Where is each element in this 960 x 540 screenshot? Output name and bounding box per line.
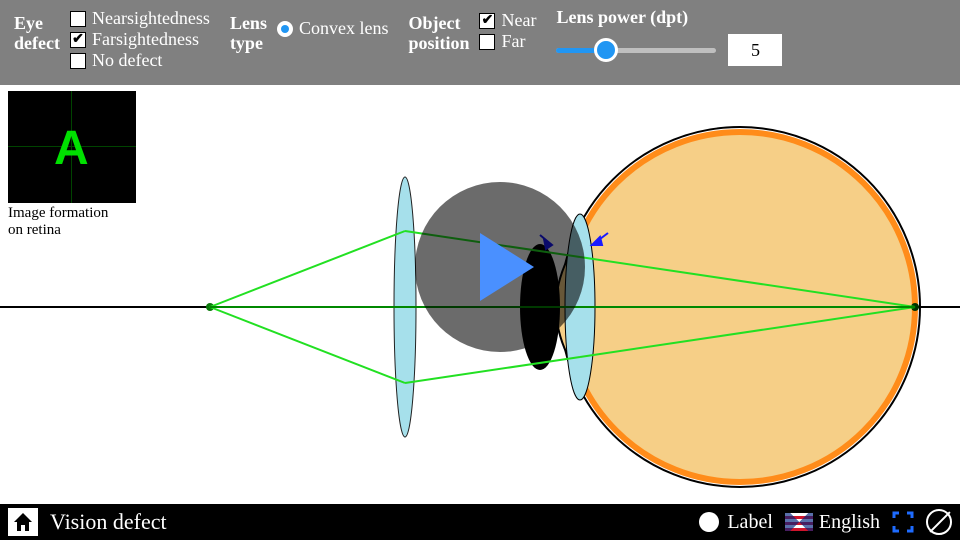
lens-type-convex[interactable]: Convex lens <box>277 18 389 39</box>
checkbox-icon <box>70 11 86 27</box>
language-label: English <box>819 511 880 534</box>
eye-defect-none[interactable]: No defect <box>70 50 210 71</box>
lens-type-group: Lenstype Convex lens <box>230 8 389 54</box>
lens-type-label: Lenstype <box>230 8 267 54</box>
eye-defect-options: Nearsightedness ✔ Farsightedness No defe… <box>70 8 210 71</box>
option-label: Convex lens <box>299 18 389 39</box>
play-icon <box>480 233 534 301</box>
home-button[interactable] <box>8 508 38 536</box>
slider-thumb-icon <box>594 38 618 62</box>
eye-defect-group: Eyedefect Nearsightedness ✔ Farsightedne… <box>14 8 210 71</box>
eye-defect-nearsighted[interactable]: Nearsightedness <box>70 8 210 29</box>
eye-defect-farsighted[interactable]: ✔ Farsightedness <box>70 29 210 50</box>
option-label: Far <box>501 31 525 52</box>
fullscreen-icon <box>892 511 914 533</box>
lens-power-label: Lens power (dpt) <box>556 8 782 28</box>
radio-icon <box>277 21 293 37</box>
lens-type-options: Convex lens <box>277 8 389 39</box>
checkbox-icon: ✔ <box>70 32 86 48</box>
object-position-group: Objectposition ✔ Near Far <box>408 8 536 54</box>
label-toggle-text: Label <box>727 511 773 534</box>
fullscreen-button[interactable] <box>892 511 914 533</box>
object-position-near[interactable]: ✔ Near <box>479 10 536 31</box>
play-button[interactable] <box>415 182 585 352</box>
lens-power-value[interactable]: 5 <box>728 34 782 66</box>
eye-defect-label: Eyedefect <box>14 8 60 54</box>
checkbox-icon: ✔ <box>479 13 495 29</box>
option-label: Farsightedness <box>92 29 199 50</box>
lens-power-slider[interactable] <box>556 38 716 62</box>
object-position-far[interactable]: Far <box>479 31 536 52</box>
object-position-options: ✔ Near Far <box>479 8 536 52</box>
bottom-bar: Vision defect Label English <box>0 504 960 540</box>
checkbox-icon <box>70 53 86 69</box>
diagram-stage: A Image formationon retina <box>0 85 960 504</box>
page-title: Vision defect <box>50 509 167 535</box>
no-sound-button[interactable] <box>926 509 952 535</box>
lens-power-group: Lens power (dpt) 5 <box>556 8 782 66</box>
object-position-label: Objectposition <box>408 8 469 54</box>
option-label: Near <box>501 10 536 31</box>
label-toggle[interactable]: Label <box>699 511 773 534</box>
option-label: Nearsightedness <box>92 8 210 29</box>
home-icon <box>12 512 34 532</box>
language-selector[interactable]: English <box>785 511 880 534</box>
option-label: No defect <box>92 50 162 71</box>
checkbox-icon <box>479 34 495 50</box>
flag-uk-icon <box>785 513 813 531</box>
top-toolbar: Eyedefect Nearsightedness ✔ Farsightedne… <box>0 0 960 85</box>
toggle-circle-icon <box>699 512 719 532</box>
